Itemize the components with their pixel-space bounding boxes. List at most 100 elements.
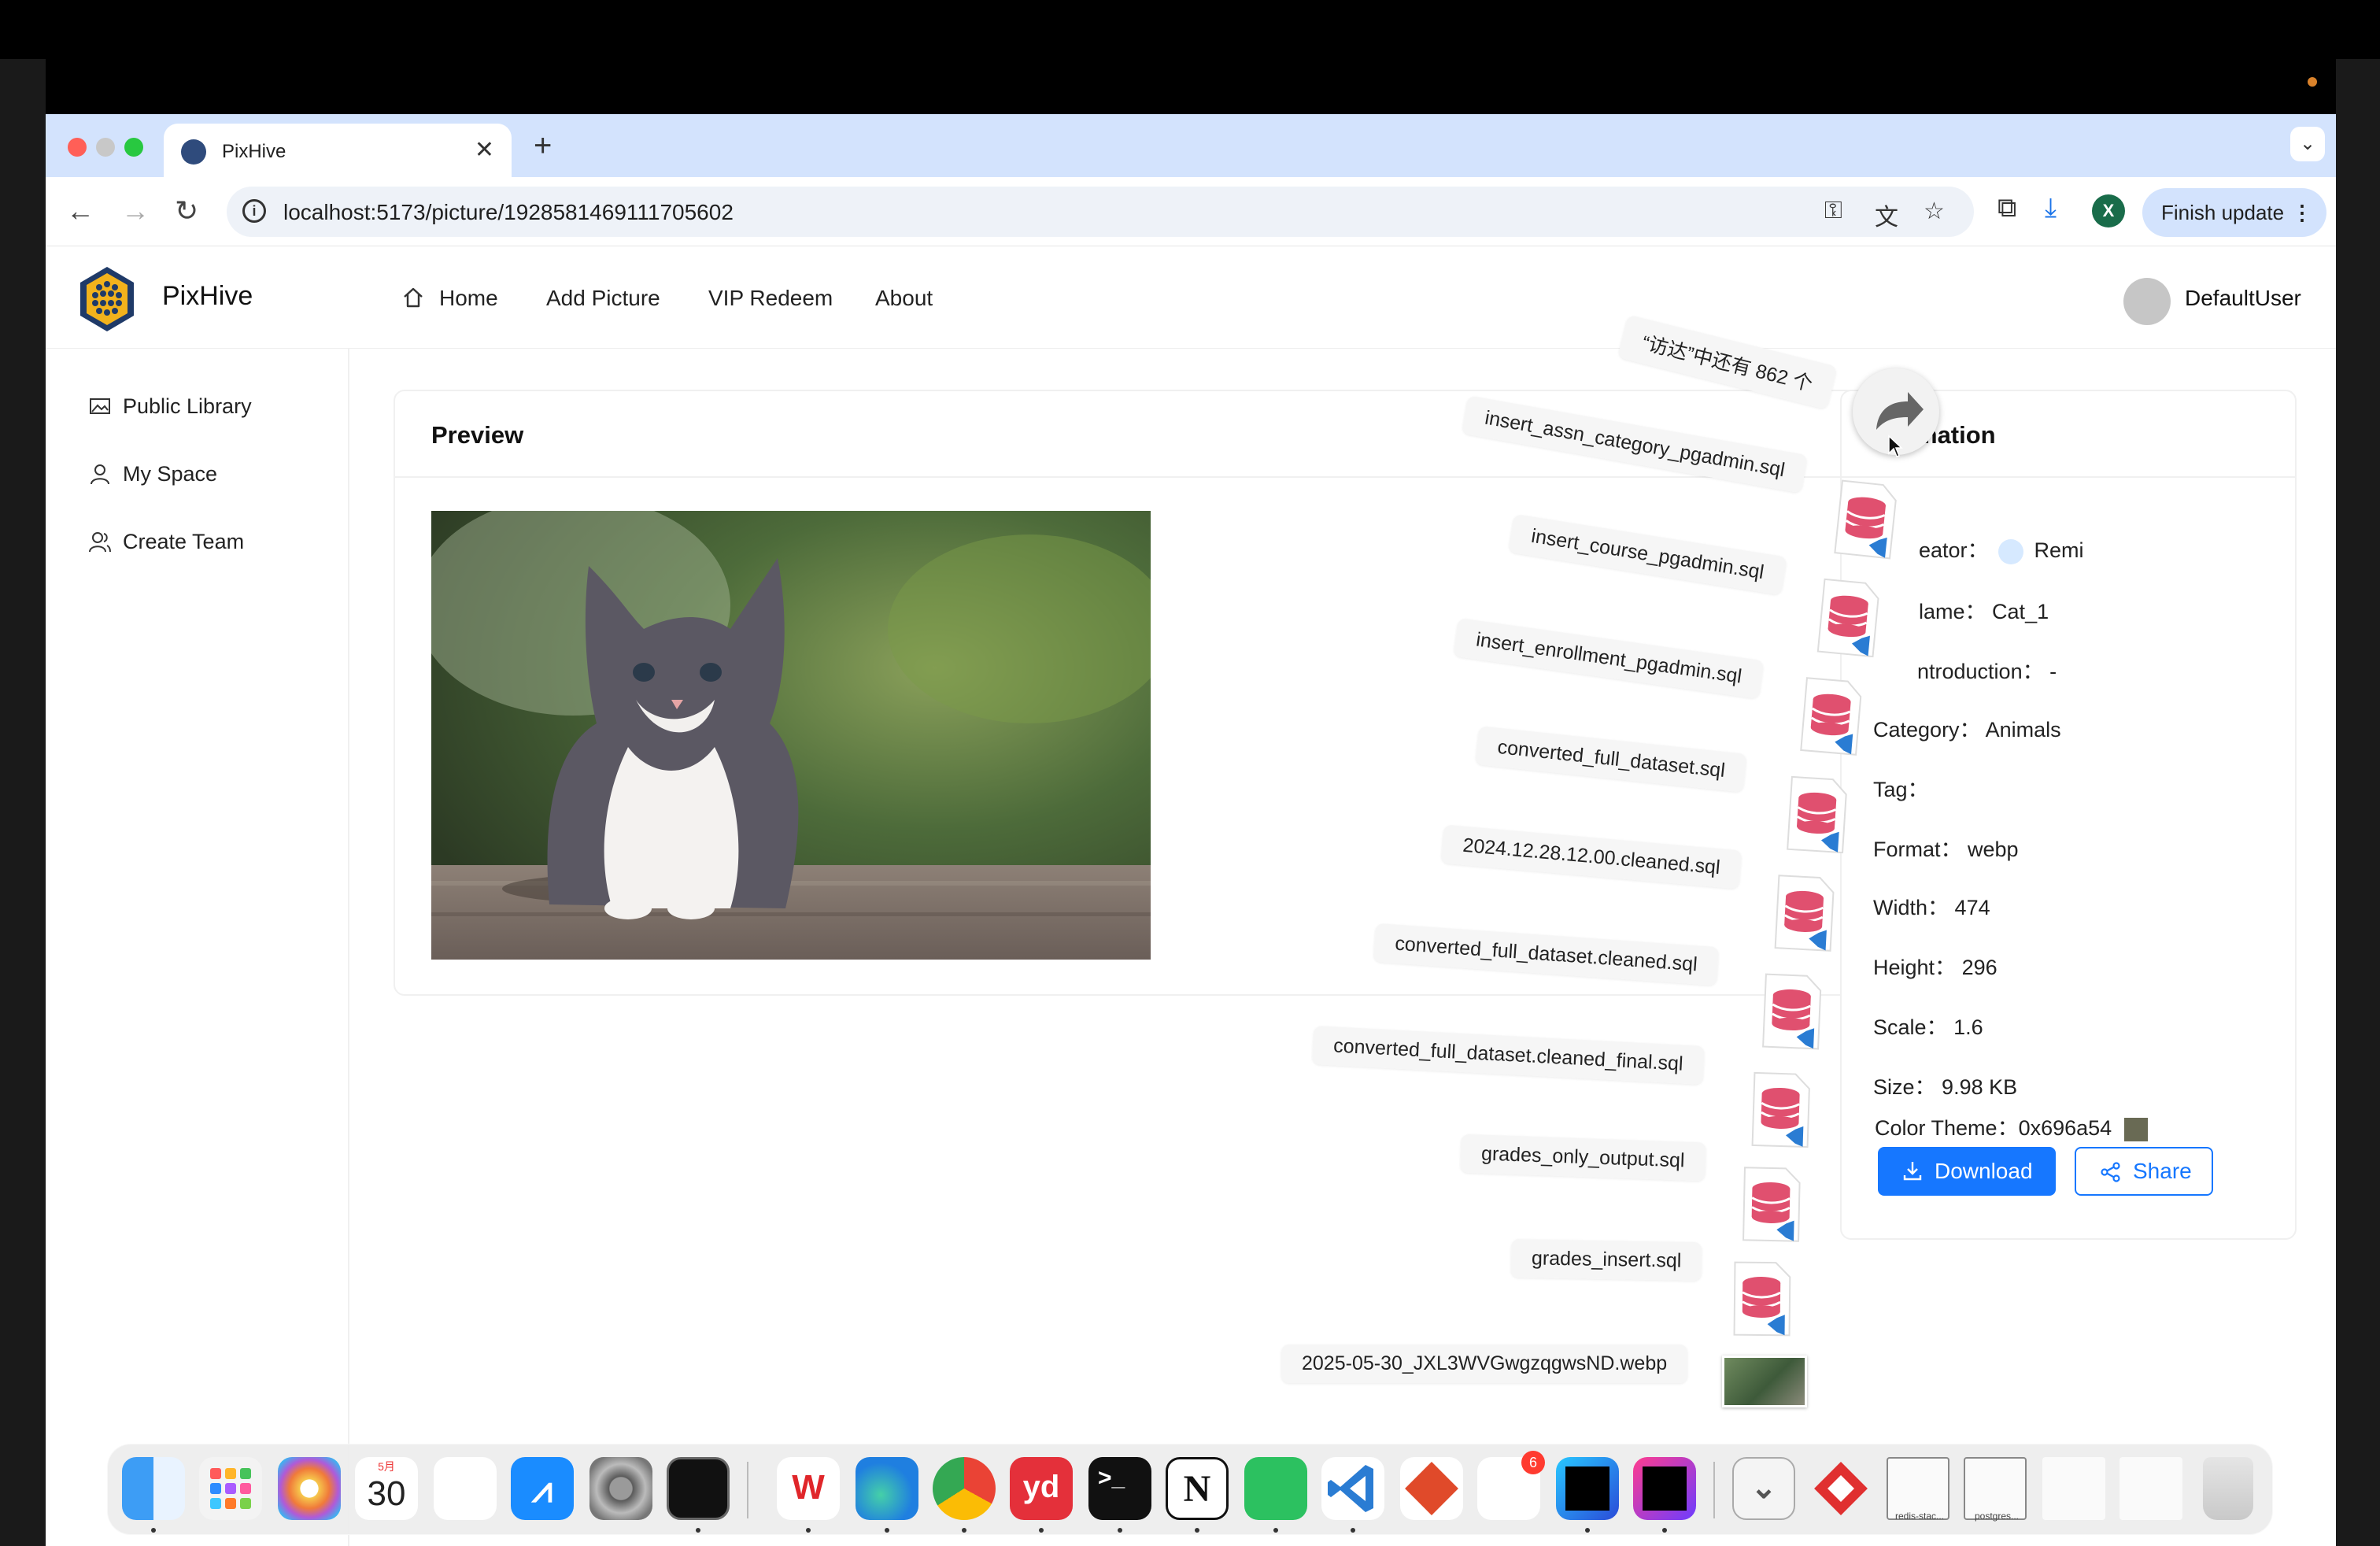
reload-button[interactable]: ↻: [175, 194, 198, 227]
youdao-glyph: yd: [1022, 1470, 1060, 1504]
tab-pixhive[interactable]: PixHive ✕: [164, 124, 512, 177]
translate-icon[interactable]: ⽂: [1875, 198, 1898, 232]
user-avatar[interactable]: [2123, 278, 2171, 325]
calendar-icon[interactable]: 5月 30: [355, 1457, 418, 1520]
width-value: 474: [1954, 896, 1990, 919]
tab-close-icon[interactable]: ✕: [475, 136, 494, 164]
dragged-file-label: grades_insert.sql: [1510, 1238, 1702, 1282]
forward-button[interactable]: →: [121, 194, 150, 227]
extensions-icon[interactable]: ⧉: [1998, 193, 2016, 224]
notification-badge: 6: [1521, 1451, 1545, 1474]
url-text[interactable]: localhost:5173/picture/19285814691117056…: [283, 200, 734, 225]
creator-avatar: [1998, 538, 2023, 564]
chrome-icon[interactable]: [933, 1457, 996, 1520]
nav-home[interactable]: Home: [439, 286, 498, 311]
terminal-icon[interactable]: >_: [1088, 1457, 1151, 1520]
notion-icon[interactable]: N: [1166, 1457, 1229, 1520]
sidebar: Public Library My Space Create Team: [46, 349, 349, 1546]
vscode-glyph-icon: [1328, 1465, 1373, 1512]
nav-add-picture[interactable]: Add Picture: [546, 286, 660, 311]
running-indicator: [1273, 1528, 1278, 1533]
nav-vip-redeem[interactable]: VIP Redeem: [708, 286, 833, 311]
format-row: Format： webp: [1873, 832, 2019, 863]
launchpad-icon[interactable]: [199, 1457, 262, 1520]
sql-file-icon: [1733, 1261, 1791, 1337]
category-label: Category：: [1873, 718, 1981, 742]
sql-file-icon: [1743, 1167, 1801, 1242]
intellij-icon[interactable]: [1633, 1457, 1696, 1520]
brand-name[interactable]: PixHive: [162, 281, 253, 312]
tab-title: PixHive: [222, 141, 286, 162]
profile-avatar[interactable]: X: [2092, 194, 2125, 227]
home-icon[interactable]: [401, 286, 425, 309]
finder-icon[interactable]: [122, 1457, 185, 1520]
new-tab-button[interactable]: +: [534, 128, 552, 164]
more-menu-icon[interactable]: ⋮: [2292, 188, 2312, 237]
sql-file-icon: [1751, 1071, 1810, 1148]
calendar-month: 5月: [378, 1460, 395, 1473]
tab-search-button[interactable]: ⌄: [2290, 127, 2325, 161]
color-theme-swatch: [2124, 1117, 2149, 1141]
category-value: Animals: [1985, 718, 2061, 742]
finish-update-button[interactable]: Finish update ⋮: [2142, 188, 2326, 237]
password-key-icon[interactable]: ⚿: [1824, 198, 1842, 224]
app-store-icon[interactable]: ⩘: [511, 1457, 574, 1520]
username[interactable]: DefaultUser: [2185, 286, 2301, 311]
doc-window-icon[interactable]: [2042, 1457, 2105, 1520]
preview-title: Preview: [431, 421, 524, 449]
edge-icon[interactable]: [856, 1457, 918, 1520]
sidebar-item-label: My Space: [123, 462, 218, 486]
dock: 5月 30 ⩘ W yd >_ N 6 ⌄ redis-stac... post…: [107, 1444, 2273, 1535]
finder-window-icon[interactable]: [2119, 1457, 2182, 1520]
creator-label: eator：: [1919, 538, 1989, 562]
divider: [395, 476, 1856, 478]
address-bar[interactable]: i localhost:5173/picture/192858146911170…: [227, 187, 1974, 237]
introduction-value: -: [2049, 660, 2057, 683]
site-info-icon[interactable]: i: [242, 199, 266, 223]
minimize-window-button[interactable]: [96, 138, 115, 157]
git-client-diamond-icon: [1814, 1462, 1868, 1515]
pixhive-logo-icon[interactable]: [77, 265, 137, 333]
trash-icon[interactable]: [2203, 1457, 2253, 1520]
running-indicator: [696, 1528, 700, 1533]
format-label: Format：: [1873, 838, 1962, 861]
bookmark-star-icon[interactable]: ☆: [1924, 198, 1945, 225]
format-value: webp: [1968, 838, 2019, 861]
creator-value: Remi: [2034, 538, 2084, 562]
nav-about[interactable]: About: [875, 286, 933, 311]
webp-thumbnail: [1722, 1356, 1807, 1407]
calendar-day: 30: [367, 1474, 406, 1513]
system-settings-icon[interactable]: [589, 1457, 652, 1520]
git-client-icon[interactable]: [1809, 1457, 1872, 1520]
recording-indicator: [2308, 77, 2317, 87]
creator-row: eator： Remi: [1919, 533, 2084, 564]
webstorm-icon[interactable]: [1556, 1457, 1619, 1520]
installer-icon[interactable]: 6: [1477, 1451, 1545, 1520]
sql-file-icon: [1774, 875, 1835, 952]
download-button[interactable]: Download: [1878, 1147, 2056, 1196]
sql-file-icon: [1762, 973, 1822, 1050]
picture-preview-image[interactable]: [431, 511, 1151, 960]
maximize-window-button[interactable]: [124, 138, 143, 157]
activity-monitor-icon[interactable]: [667, 1457, 730, 1520]
sql-file-icon: [1800, 677, 1862, 756]
youdao-icon[interactable]: yd: [1010, 1457, 1073, 1520]
introduction-label: ntroduction：: [1917, 660, 2044, 683]
back-button[interactable]: ←: [66, 194, 94, 227]
share-icon: [2101, 1162, 2120, 1182]
downloads-stack-icon[interactable]: ⌄: [1732, 1457, 1795, 1520]
close-window-button[interactable]: [68, 138, 87, 157]
git-icon[interactable]: [1400, 1457, 1463, 1520]
wechat-icon[interactable]: [1244, 1457, 1307, 1520]
share-button[interactable]: Share: [2075, 1147, 2213, 1196]
divider: [1842, 476, 2295, 478]
wps-icon[interactable]: W: [777, 1457, 840, 1520]
desktop-left-edge: [0, 59, 46, 1546]
downloads-icon[interactable]: ⤓: [2045, 193, 2057, 224]
photos-icon[interactable]: [278, 1457, 341, 1520]
reminders-icon[interactable]: [434, 1457, 497, 1520]
notion-glyph: N: [1183, 1468, 1211, 1510]
height-value: 296: [1961, 956, 1998, 979]
vscode-icon[interactable]: [1321, 1457, 1384, 1520]
picture-icon: [90, 398, 110, 414]
